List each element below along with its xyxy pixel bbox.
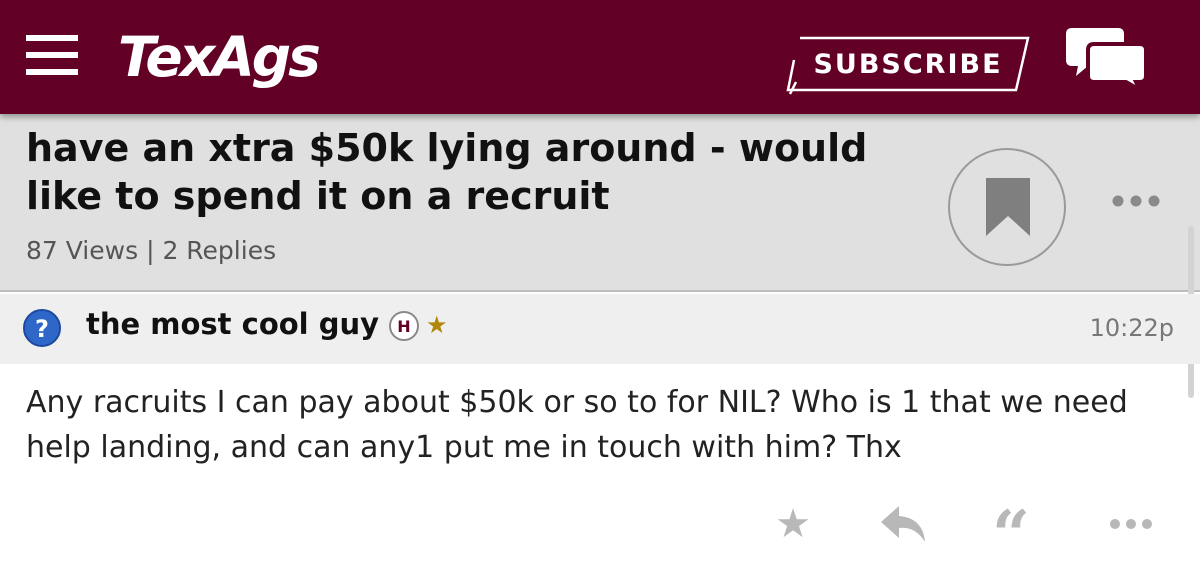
subscribe-label: SUBSCRIBE <box>813 48 1003 80</box>
post-header: ? the most cool guy H ★ 10:22p <box>0 294 1200 364</box>
thread-options-button[interactable] <box>1106 186 1166 216</box>
chat-bubbles-icon[interactable] <box>1066 24 1148 96</box>
star-icon[interactable]: ★ <box>770 500 816 548</box>
user-badge: H <box>389 311 419 341</box>
bookmark-icon <box>986 178 1030 236</box>
post-action-bar: ★ “ <box>0 494 1200 567</box>
bookmark-button[interactable] <box>948 148 1066 266</box>
gold-star-icon: ★ <box>426 311 448 339</box>
post-body: Any racruits I can pay about $50k or so … <box>26 385 1128 465</box>
stats-separator: | <box>146 236 155 265</box>
thread-header: have an xtra $50k lying around - would l… <box>0 114 1200 292</box>
post-options-icon[interactable] <box>1106 500 1156 548</box>
question-mark-icon[interactable]: ? <box>22 308 62 348</box>
subscribe-button[interactable]: SUBSCRIBE <box>786 36 1030 96</box>
top-nav-bar: TexAgs SUBSCRIBE <box>0 0 1200 114</box>
reply-arrow-icon[interactable] <box>880 500 928 548</box>
quote-icon[interactable]: “ <box>986 500 1036 567</box>
thread-title: have an xtra $50k lying around - would l… <box>26 126 868 218</box>
post-timestamp: 10:22p <box>1089 314 1174 342</box>
reply-count: 2 Replies <box>162 236 277 265</box>
hamburger-menu-icon[interactable] <box>26 35 78 75</box>
thread-stats: 87 Views | 2 Replies <box>26 236 276 265</box>
view-count: 87 Views <box>26 236 139 265</box>
svg-text:?: ? <box>35 315 49 343</box>
texags-logo[interactable]: TexAgs <box>118 24 321 90</box>
ellipsis-icon <box>1112 195 1160 207</box>
post-username[interactable]: the most cool guy <box>86 307 379 341</box>
